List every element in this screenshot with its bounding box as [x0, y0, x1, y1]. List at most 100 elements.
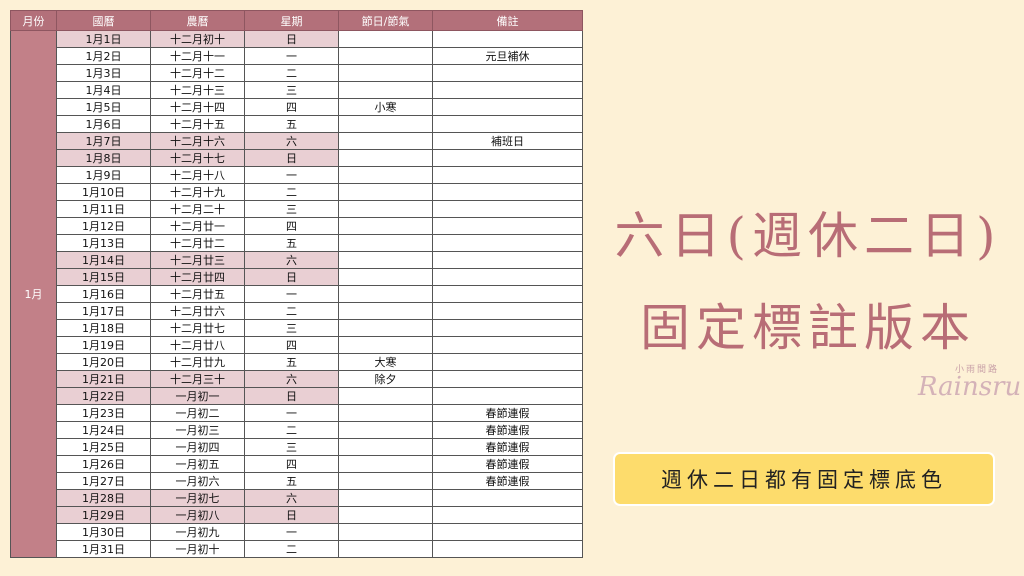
solar-date-cell[interactable]: 1月17日	[56, 302, 151, 320]
note-cell[interactable]	[432, 234, 583, 252]
solar-date-cell[interactable]: 1月2日	[56, 47, 151, 65]
note-cell[interactable]	[432, 540, 583, 558]
note-cell[interactable]	[432, 336, 583, 354]
weekday-cell[interactable]: 日	[244, 149, 339, 167]
weekday-cell[interactable]: 二	[244, 421, 339, 439]
solar-date-cell[interactable]: 1月7日	[56, 132, 151, 150]
festival-cell[interactable]	[338, 285, 433, 303]
lunar-date-cell[interactable]: 十二月十七	[150, 149, 245, 167]
note-cell[interactable]	[432, 319, 583, 337]
lunar-date-cell[interactable]: 一月初七	[150, 489, 245, 507]
festival-cell[interactable]	[338, 268, 433, 286]
festival-cell[interactable]: 大寒	[338, 353, 433, 371]
festival-cell[interactable]	[338, 132, 433, 150]
lunar-date-cell[interactable]: 一月初十	[150, 540, 245, 558]
solar-date-cell[interactable]: 1月14日	[56, 251, 151, 269]
note-cell[interactable]	[432, 183, 583, 201]
lunar-date-cell[interactable]: 一月初一	[150, 387, 245, 405]
festival-cell[interactable]	[338, 30, 433, 48]
solar-date-cell[interactable]: 1月13日	[56, 234, 151, 252]
festival-cell[interactable]	[338, 47, 433, 65]
festival-cell[interactable]	[338, 149, 433, 167]
lunar-date-cell[interactable]: 一月初三	[150, 421, 245, 439]
festival-cell[interactable]	[338, 183, 433, 201]
weekday-cell[interactable]: 二	[244, 540, 339, 558]
weekday-cell[interactable]: 二	[244, 183, 339, 201]
solar-date-cell[interactable]: 1月28日	[56, 489, 151, 507]
festival-cell[interactable]	[338, 200, 433, 218]
festival-cell[interactable]	[338, 438, 433, 456]
festival-cell[interactable]	[338, 64, 433, 82]
solar-date-cell[interactable]: 1月19日	[56, 336, 151, 354]
note-cell[interactable]: 補班日	[432, 132, 583, 150]
lunar-date-cell[interactable]: 十二月廿七	[150, 319, 245, 337]
weekday-cell[interactable]: 六	[244, 132, 339, 150]
note-cell[interactable]	[432, 98, 583, 116]
lunar-date-cell[interactable]: 十二月十五	[150, 115, 245, 133]
header-solar-date[interactable]: 國曆	[56, 10, 151, 31]
note-cell[interactable]	[432, 370, 583, 388]
weekday-cell[interactable]: 三	[244, 438, 339, 456]
lunar-date-cell[interactable]: 一月初二	[150, 404, 245, 422]
lunar-date-cell[interactable]: 十二月廿九	[150, 353, 245, 371]
solar-date-cell[interactable]: 1月25日	[56, 438, 151, 456]
festival-cell[interactable]	[338, 506, 433, 524]
note-cell[interactable]	[432, 523, 583, 541]
solar-date-cell[interactable]: 1月23日	[56, 404, 151, 422]
festival-cell[interactable]	[338, 217, 433, 235]
festival-cell[interactable]: 除夕	[338, 370, 433, 388]
weekday-cell[interactable]: 六	[244, 370, 339, 388]
weekday-cell[interactable]: 一	[244, 523, 339, 541]
lunar-date-cell[interactable]: 十二月十九	[150, 183, 245, 201]
festival-cell[interactable]	[338, 472, 433, 490]
note-cell[interactable]	[432, 387, 583, 405]
weekday-cell[interactable]: 一	[244, 404, 339, 422]
lunar-date-cell[interactable]: 十二月廿五	[150, 285, 245, 303]
weekday-cell[interactable]: 日	[244, 30, 339, 48]
lunar-date-cell[interactable]: 十二月十四	[150, 98, 245, 116]
note-cell[interactable]: 春節連假	[432, 404, 583, 422]
weekday-cell[interactable]: 日	[244, 268, 339, 286]
month-cell[interactable]: 1月	[10, 30, 57, 558]
festival-cell[interactable]	[338, 115, 433, 133]
header-weekday[interactable]: 星期	[244, 10, 339, 31]
weekday-cell[interactable]: 一	[244, 285, 339, 303]
note-cell[interactable]: 元旦補休	[432, 47, 583, 65]
note-cell[interactable]	[432, 302, 583, 320]
lunar-date-cell[interactable]: 一月初九	[150, 523, 245, 541]
note-cell[interactable]	[432, 217, 583, 235]
weekday-cell[interactable]: 日	[244, 506, 339, 524]
note-cell[interactable]: 春節連假	[432, 455, 583, 473]
note-cell[interactable]	[432, 30, 583, 48]
weekday-cell[interactable]: 三	[244, 81, 339, 99]
solar-date-cell[interactable]: 1月5日	[56, 98, 151, 116]
note-cell[interactable]	[432, 285, 583, 303]
festival-cell[interactable]: 小寒	[338, 98, 433, 116]
solar-date-cell[interactable]: 1月9日	[56, 166, 151, 184]
lunar-date-cell[interactable]: 十二月十一	[150, 47, 245, 65]
festival-cell[interactable]	[338, 81, 433, 99]
lunar-date-cell[interactable]: 十二月二十	[150, 200, 245, 218]
solar-date-cell[interactable]: 1月21日	[56, 370, 151, 388]
weekday-cell[interactable]: 四	[244, 455, 339, 473]
note-cell[interactable]	[432, 251, 583, 269]
lunar-date-cell[interactable]: 十二月初十	[150, 30, 245, 48]
lunar-date-cell[interactable]: 十二月廿三	[150, 251, 245, 269]
weekday-cell[interactable]: 四	[244, 98, 339, 116]
festival-cell[interactable]	[338, 234, 433, 252]
lunar-date-cell[interactable]: 十二月廿六	[150, 302, 245, 320]
festival-cell[interactable]	[338, 319, 433, 337]
lunar-date-cell[interactable]: 一月初四	[150, 438, 245, 456]
note-cell[interactable]	[432, 353, 583, 371]
weekday-cell[interactable]: 五	[244, 472, 339, 490]
festival-cell[interactable]	[338, 166, 433, 184]
solar-date-cell[interactable]: 1月10日	[56, 183, 151, 201]
solar-date-cell[interactable]: 1月29日	[56, 506, 151, 524]
solar-date-cell[interactable]: 1月31日	[56, 540, 151, 558]
solar-date-cell[interactable]: 1月6日	[56, 115, 151, 133]
solar-date-cell[interactable]: 1月11日	[56, 200, 151, 218]
lunar-date-cell[interactable]: 十二月十二	[150, 64, 245, 82]
festival-cell[interactable]	[338, 540, 433, 558]
solar-date-cell[interactable]: 1月18日	[56, 319, 151, 337]
lunar-date-cell[interactable]: 十二月十八	[150, 166, 245, 184]
